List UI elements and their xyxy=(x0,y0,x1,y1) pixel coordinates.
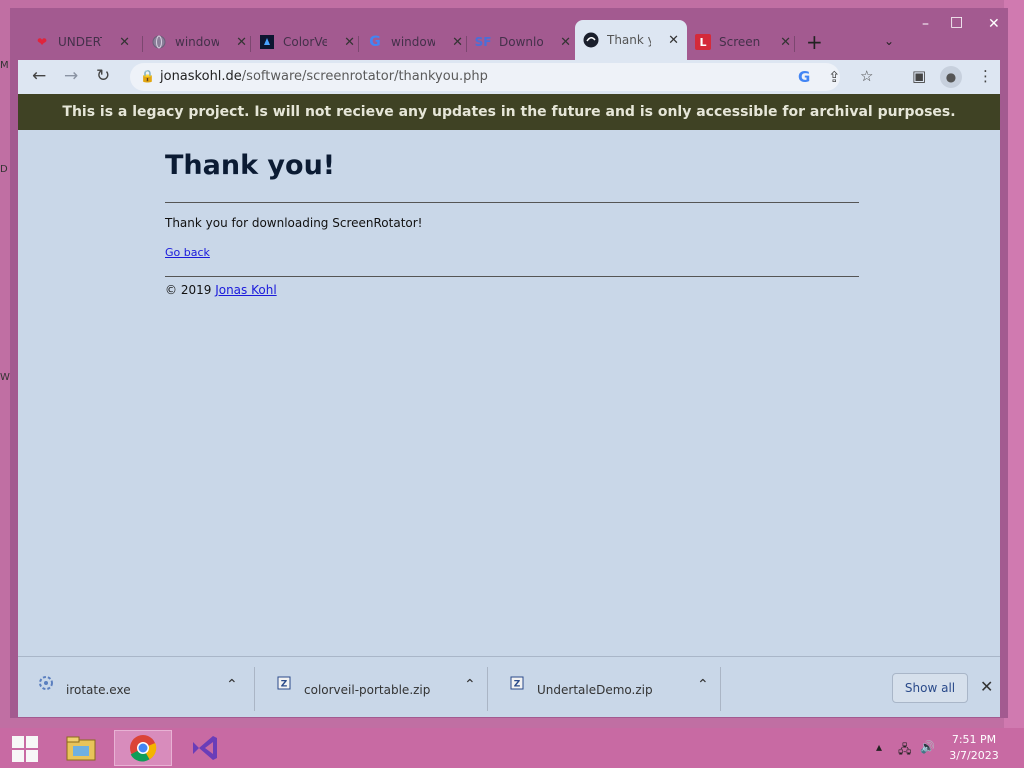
copyright-text: © 2019 xyxy=(165,283,212,297)
desktop-icon-label: M xyxy=(0,60,9,71)
thank-you-message: Thank you for downloading ScreenRotator! xyxy=(165,216,423,230)
chevron-up-icon[interactable]: ⌃ xyxy=(226,677,238,693)
tab-title: Screen R xyxy=(719,35,763,49)
tab-windows[interactable]: windows ✕ xyxy=(143,28,255,56)
tab-title: UNDERTALE xyxy=(58,35,102,49)
close-icon[interactable]: ✕ xyxy=(668,33,679,48)
downloads-bar: irotate.exe ⌃ Z colorveil-portable.zip ⌃… xyxy=(18,656,1000,717)
close-window-button[interactable]: ✕ xyxy=(988,16,1000,32)
close-icon[interactable]: ✕ xyxy=(452,35,463,50)
desktop-icon-label: D xyxy=(0,164,8,175)
tab-colorveil[interactable]: ColorVeil ✕ xyxy=(251,28,363,56)
url-text: jonaskohl.de/software/screenrotator/than… xyxy=(160,69,488,84)
profile-avatar[interactable]: ● xyxy=(940,66,962,88)
tray-overflow-icon[interactable]: ▴ xyxy=(876,740,882,754)
chevron-up-icon[interactable]: ⌃ xyxy=(697,677,709,693)
address-bar[interactable]: 🔒 jonaskohl.de/software/screenrotator/th… xyxy=(130,63,873,91)
chrome-icon[interactable] xyxy=(114,730,172,766)
network-icon[interactable]: 🖧 xyxy=(898,740,911,761)
close-downloads-icon[interactable]: ✕ xyxy=(980,677,993,696)
download-filename: UndertaleDemo.zip xyxy=(537,683,653,697)
tab-screen-rotator[interactable]: L Screen R ✕ xyxy=(687,28,799,56)
zip-icon: Z xyxy=(509,675,525,695)
svg-text:Z: Z xyxy=(281,680,288,690)
heart-icon: ❤ xyxy=(36,35,48,49)
reload-icon[interactable]: ↻ xyxy=(96,66,110,86)
close-icon[interactable]: ✕ xyxy=(236,35,247,50)
tab-downloads[interactable]: SF Downloads ✕ xyxy=(467,28,579,56)
divider xyxy=(165,202,859,203)
person-icon: ● xyxy=(945,70,957,84)
svg-text:Z: Z xyxy=(514,680,521,690)
download-item[interactable]: Z colorveil-portable.zip ⌃ xyxy=(256,657,488,717)
visual-studio-icon[interactable] xyxy=(176,730,234,766)
download-separator xyxy=(720,667,721,711)
page-title: Thank you! xyxy=(165,150,336,181)
sourceforge-icon: SF xyxy=(474,35,492,49)
browser-window: ❤ UNDERTALE ✕ windows ✕ ColorVeil ✕ G wi… xyxy=(10,8,1008,718)
close-icon[interactable]: ✕ xyxy=(560,35,571,50)
tab-undertale[interactable]: ❤ UNDERTALE ✕ xyxy=(26,28,138,56)
tab-thank-you[interactable]: Thank you ✕ xyxy=(575,20,687,60)
close-icon[interactable]: ✕ xyxy=(119,35,130,50)
tab-separator xyxy=(794,36,795,52)
lock-icon: 🔒 xyxy=(140,69,155,83)
system-clock[interactable]: 7:51 PM 3/7/2023 xyxy=(944,732,1004,764)
clock-date: 3/7/2023 xyxy=(949,749,999,762)
close-icon[interactable]: ✕ xyxy=(780,35,791,50)
minimize-button[interactable]: – xyxy=(922,16,929,32)
tab-title: windows xyxy=(391,35,435,49)
close-icon[interactable]: ✕ xyxy=(344,35,355,50)
legacy-banner: This is a legacy project. Is will not re… xyxy=(18,94,1000,130)
show-all-button[interactable]: Show all xyxy=(892,673,968,703)
bookmark-star-icon[interactable]: ☆ xyxy=(860,67,873,85)
file-explorer-icon[interactable] xyxy=(52,730,110,766)
tab-title: windows xyxy=(175,35,219,49)
google-lens-icon[interactable]: G xyxy=(798,68,810,86)
browser-toolbar: ← → ↻ 🔒 jonaskohl.de/software/screenrota… xyxy=(18,60,1000,94)
site-icon xyxy=(583,32,599,48)
forward-arrow-icon[interactable]: → xyxy=(64,66,78,86)
divider xyxy=(165,276,859,277)
tab-title: ColorVeil xyxy=(283,35,327,49)
new-tab-button[interactable]: + xyxy=(806,30,823,54)
chevron-up-icon[interactable]: ⌃ xyxy=(464,677,476,693)
download-item[interactable]: irotate.exe ⌃ xyxy=(18,657,250,717)
desktop-icon-label: W xyxy=(0,372,10,383)
taskbar: ▴ 🖧 🔊 7:51 PM 3/7/2023 xyxy=(0,728,1024,768)
windows-start-icon[interactable] xyxy=(12,736,38,762)
download-filename: irotate.exe xyxy=(66,683,131,697)
tab-title: Thank you xyxy=(607,33,651,47)
volume-icon[interactable]: 🔊 xyxy=(920,740,935,754)
page-content: This is a legacy project. Is will not re… xyxy=(18,94,1000,656)
google-icon: G xyxy=(369,34,381,50)
tab-google-windows[interactable]: G windows ✕ xyxy=(359,28,471,56)
go-back-link[interactable]: Go back xyxy=(165,246,210,259)
zip-icon: Z xyxy=(276,675,292,695)
share-icon[interactable]: ⇪ xyxy=(828,68,841,86)
back-arrow-icon[interactable]: ← xyxy=(32,66,46,86)
globe-icon xyxy=(151,34,167,50)
tab-title: Downloads xyxy=(499,35,543,49)
exe-icon xyxy=(38,675,54,695)
author-link[interactable]: Jonas Kohl xyxy=(215,283,276,297)
download-filename: colorveil-portable.zip xyxy=(304,683,431,697)
side-panel-icon[interactable]: ▣ xyxy=(912,67,926,85)
download-separator xyxy=(487,667,488,711)
letter-l-icon: L xyxy=(695,34,711,50)
download-separator xyxy=(254,667,255,711)
clock-time: 7:51 PM xyxy=(951,733,997,746)
colorveil-icon xyxy=(259,34,275,50)
menu-dots-icon[interactable]: ⋮ xyxy=(978,67,993,85)
footer: © 2019 Jonas Kohl xyxy=(165,283,277,297)
tab-search-chevron-icon[interactable]: ⌄ xyxy=(884,34,894,48)
maximize-button[interactable]: □ xyxy=(950,14,963,30)
download-item[interactable]: Z UndertaleDemo.zip ⌃ xyxy=(489,657,721,717)
tab-strip: ❤ UNDERTALE ✕ windows ✕ ColorVeil ✕ G wi… xyxy=(18,14,1000,60)
